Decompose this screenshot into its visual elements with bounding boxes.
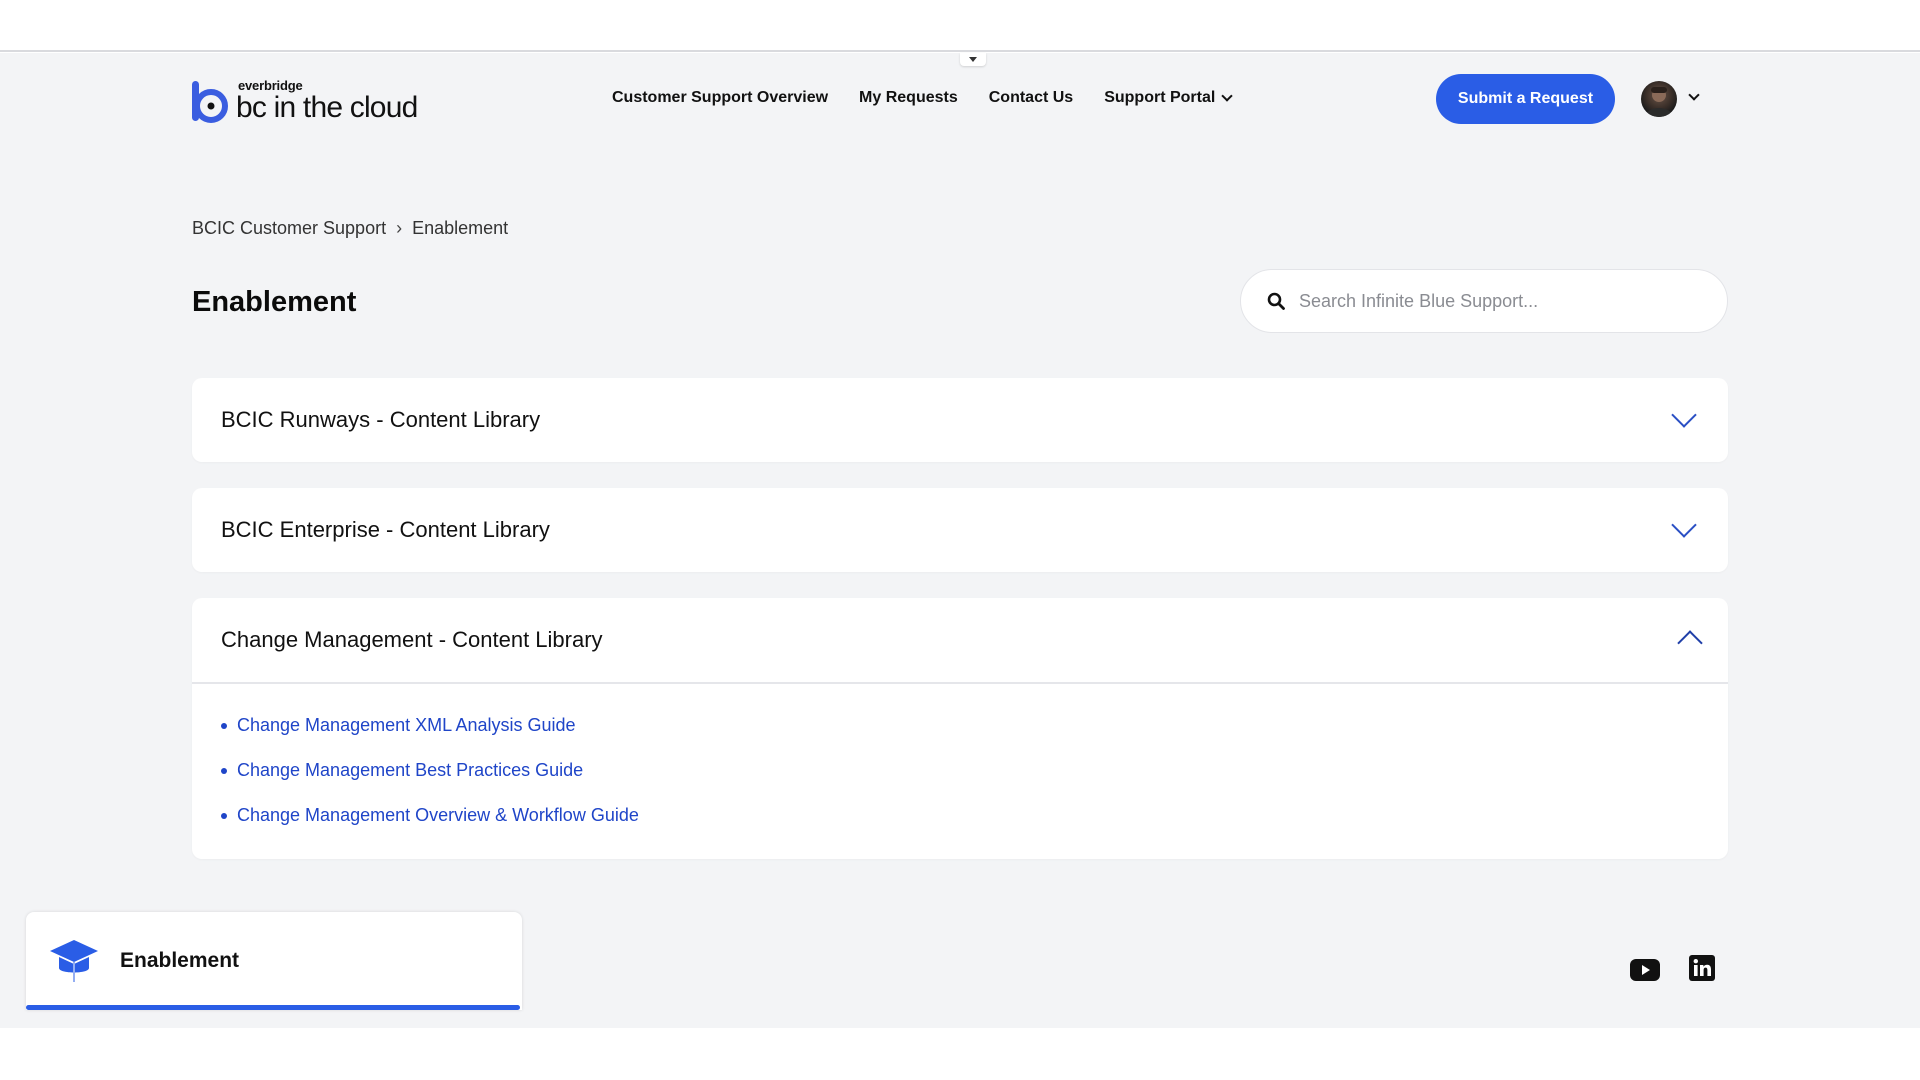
list-item: Change Management Overview & Workflow Gu… (221, 804, 1699, 827)
accordion-title: Change Management - Content Library (221, 627, 603, 652)
search-icon (1267, 292, 1285, 310)
active-tab-indicator (26, 1005, 520, 1010)
browser-top-strip (0, 0, 1920, 52)
chevron-down-icon[interactable] (1671, 512, 1697, 538)
bullet-icon (221, 722, 227, 729)
accordion-title: BCIC Enterprise - Content Library (221, 517, 550, 542)
enablement-tab[interactable]: Enablement (26, 912, 522, 1010)
chevron-down-icon[interactable] (1671, 402, 1697, 428)
nav-customer-support-overview[interactable]: Customer Support Overview (612, 89, 828, 107)
nav-contact-us[interactable]: Contact Us (989, 89, 1073, 107)
breadcrumb-separator: › (396, 218, 403, 238)
search-input[interactable] (1299, 290, 1699, 312)
page-title: Enablement (192, 286, 357, 318)
avatar[interactable] (1641, 81, 1677, 117)
accordion-title: BCIC Runways - Content Library (221, 407, 541, 432)
nav-label: Customer Support Overview (612, 89, 829, 106)
list-item: Change Management Best Practices Guide (221, 759, 1699, 782)
breadcrumb-item-home[interactable]: BCIC Customer Support (192, 218, 386, 239)
logo-b-icon (192, 81, 228, 123)
chevron-down-icon (1221, 90, 1233, 102)
accordion-body: Change Management XML Analysis Guide Cha… (192, 682, 1728, 859)
search-box[interactable] (1240, 269, 1728, 333)
accordion-bcic-enterprise[interactable]: BCIC Enterprise - Content Library (192, 488, 1728, 572)
nav-my-requests[interactable]: My Requests (859, 89, 958, 107)
bullet-icon (221, 767, 227, 774)
submit-request-button[interactable]: Submit a Request (1436, 74, 1615, 124)
list-item: Change Management XML Analysis Guide (221, 714, 1699, 737)
breadcrumb-item-current[interactable]: Enablement (412, 218, 508, 239)
graduation-cap-icon (50, 940, 98, 982)
breadcrumb: BCIC Customer Support › Enablement (192, 218, 508, 239)
bullet-icon (221, 812, 227, 819)
accordion-header[interactable]: BCIC Runways - Content Library (192, 378, 1728, 462)
nav-label: Contact Us (988, 89, 1074, 106)
site-header: everbridge bc in the cloud Customer Supp… (0, 53, 1920, 143)
main-nav: Customer Support Overview My Requests Co… (612, 89, 1233, 107)
accordion-header[interactable]: BCIC Enterprise - Content Library (192, 488, 1728, 572)
browser-bottom-strip (0, 1028, 1920, 1080)
youtube-icon[interactable] (1630, 957, 1660, 983)
link-best-practices-guide[interactable]: Change Management Best Practices Guide (237, 760, 583, 781)
linkedin-icon[interactable] (1689, 955, 1715, 981)
accordion-bcic-runways[interactable]: BCIC Runways - Content Library (192, 378, 1728, 462)
link-xml-analysis-guide[interactable]: Change Management XML Analysis Guide (237, 715, 576, 736)
accordion-change-management[interactable]: Change Management - Content Library Chan… (192, 598, 1728, 859)
link-overview-workflow-guide[interactable]: Change Management Overview & Workflow Gu… (237, 805, 639, 826)
chevron-up-icon[interactable] (1677, 630, 1703, 656)
accordion-header[interactable]: Change Management - Content Library (192, 598, 1728, 682)
nav-label: My Requests (859, 89, 958, 106)
site-logo[interactable]: everbridge bc in the cloud (192, 78, 418, 124)
user-avatar-icon (1645, 87, 1673, 117)
nav-support-portal[interactable]: Support Portal (1104, 89, 1233, 107)
nav-label: Support Portal (1104, 89, 1216, 106)
logo-title: bc in the cloud (236, 91, 418, 124)
enablement-tab-label: Enablement (120, 949, 240, 972)
account-chevron-down-icon[interactable] (1688, 89, 1700, 101)
